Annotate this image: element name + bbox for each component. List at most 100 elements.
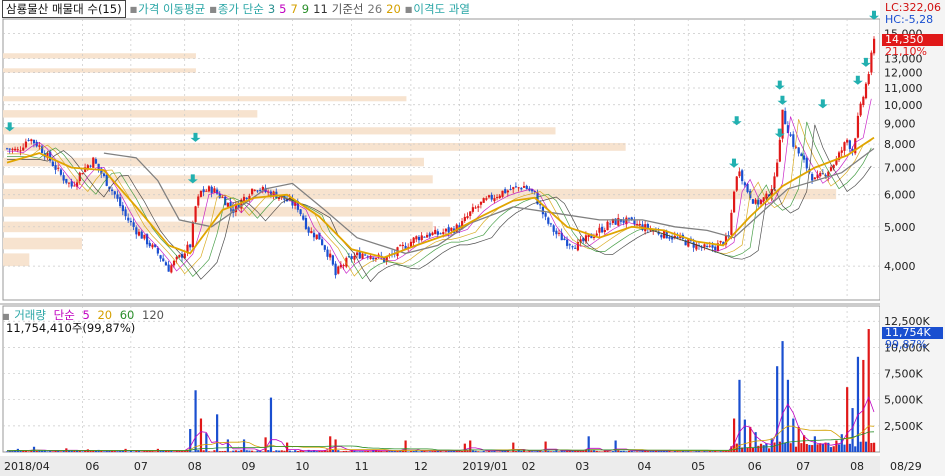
volume-bar [407, 451, 410, 452]
candle-body [859, 103, 862, 116]
volume-bar [837, 444, 841, 452]
volume-bar [240, 450, 243, 452]
candle-body [415, 236, 418, 240]
candle-body [574, 247, 577, 249]
volume-bar [738, 379, 741, 452]
ma-close-label[interactable]: 종가 단순 [218, 1, 264, 17]
volume-bar [563, 451, 566, 452]
volume-bar [102, 451, 106, 452]
candle-body [361, 253, 364, 259]
volume-bar [638, 451, 641, 452]
volume-bar [816, 444, 819, 452]
candle-body [741, 170, 744, 182]
candle-body [399, 245, 402, 247]
volume-bar [342, 450, 345, 452]
baseline-label[interactable]: 기준선 [332, 1, 364, 17]
candle-body [784, 110, 787, 125]
volume-bar [213, 450, 216, 452]
volume-bar [584, 450, 588, 452]
volume-bar [665, 450, 668, 452]
candle-body [137, 231, 141, 236]
candle-body [482, 198, 485, 203]
volume-bar [751, 447, 755, 452]
candle-body [743, 182, 746, 186]
disparity-label[interactable]: 이격도 과열 [413, 1, 470, 17]
volume-profile-bar [3, 68, 196, 73]
legend-dot-icon: ■ [209, 4, 217, 14]
candle-body [156, 247, 159, 254]
pct-tag: 21,10% [885, 45, 927, 58]
candle-body [57, 167, 60, 169]
volume-bar [412, 450, 415, 452]
volume-bar [207, 451, 211, 452]
volume-bar [132, 451, 135, 452]
candle-body [321, 239, 324, 246]
candle-body [423, 236, 426, 238]
volume-bar [291, 451, 294, 452]
volume-bar [552, 451, 555, 452]
candle-body [873, 38, 876, 54]
candle-body [207, 186, 211, 192]
price-tick-label: 12,000 [884, 67, 923, 80]
candle-body [54, 165, 57, 170]
volume-bar [864, 441, 868, 452]
candle-body [714, 246, 717, 251]
candle-body [372, 257, 375, 260]
candle-body [245, 197, 248, 200]
candle-body [552, 225, 555, 232]
time-tick-label: 07 [796, 460, 810, 473]
volume-bar [706, 451, 709, 452]
candle-body [802, 155, 806, 160]
ma-period-9: 9 [301, 2, 310, 16]
candle-body [487, 195, 491, 198]
candle-body [568, 244, 571, 246]
volume-bar [867, 329, 870, 452]
candle-body [226, 202, 229, 207]
time-tick-label: 06 [748, 460, 762, 473]
volume-bar [409, 451, 413, 452]
candle-body [471, 207, 475, 212]
candle-body [326, 249, 329, 257]
candle-body [598, 227, 601, 233]
volume-bar [757, 445, 760, 452]
volume-bar [162, 450, 165, 452]
volume-bar [765, 443, 768, 452]
chart-title[interactable]: 삼룡물산 매물대 수(15) [2, 0, 126, 18]
time-tick-label: 2018/04 [4, 460, 50, 473]
candle-body [506, 190, 510, 193]
volume-bar [625, 451, 628, 452]
candle-body [307, 227, 310, 233]
volume-bar [846, 387, 849, 452]
candle-body [563, 238, 566, 240]
ma-price-label[interactable]: 가격 이동평균 [138, 1, 205, 17]
hc-tag: HC:-5,28 [885, 13, 934, 26]
candle-body [848, 140, 851, 149]
ma-period-3: 3 [267, 2, 276, 16]
candle-body [420, 235, 423, 241]
volume-bar [159, 450, 162, 452]
volume-bar [277, 450, 281, 452]
candle-body [633, 220, 636, 225]
volume-bar [89, 450, 92, 452]
volume-profile-bar [3, 253, 30, 267]
candle-body [175, 256, 178, 260]
candle-body [512, 187, 515, 190]
volume-bar [137, 451, 141, 452]
ma-period-7: 7 [290, 2, 298, 16]
candle-body [417, 236, 421, 241]
candle-body [6, 148, 9, 150]
volume-profile-bar [3, 53, 196, 59]
volume-bar [832, 446, 835, 452]
candle-body [840, 150, 843, 153]
volume-bar [245, 450, 248, 452]
volume-bar [32, 446, 36, 452]
candle-body [792, 134, 795, 147]
volume-bar [267, 450, 270, 452]
price-tick-label: 7,000 [884, 162, 916, 175]
candle-body [789, 134, 792, 136]
volume-bar [49, 451, 52, 452]
candle-body [334, 263, 337, 276]
price-tick-label: 4,000 [884, 260, 916, 273]
volume-bar [6, 451, 9, 452]
time-tick-label: 07 [134, 460, 148, 473]
